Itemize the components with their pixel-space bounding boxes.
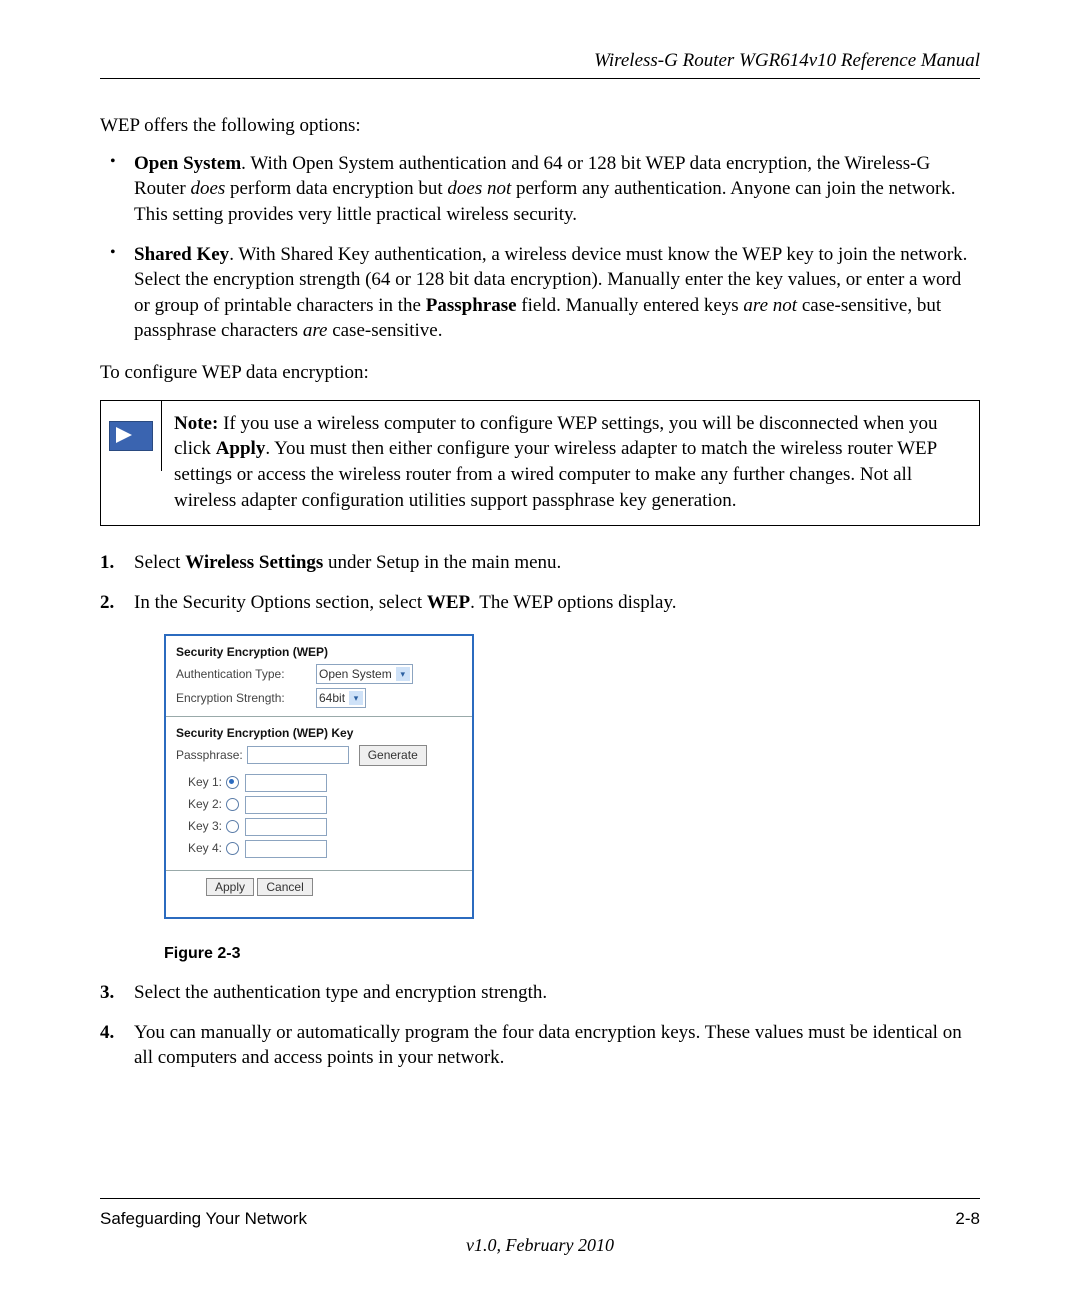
key1-label: Key 1: [176,774,226,790]
enc-strength-label: Encryption Strength: [176,690,316,706]
page-footer: Safeguarding Your Network 2-8 v1.0, Febr… [100,1198,980,1256]
chevron-down-icon: ▾ [396,667,410,681]
bullet-shared-key: Shared Key. With Shared Key authenticati… [100,242,980,345]
passphrase-input[interactable] [247,746,349,764]
key1-input[interactable] [245,774,327,792]
footer-version: v1.0, February 2010 [100,1235,980,1256]
passphrase-label: Passphrase: [176,747,243,763]
footer-section: Safeguarding Your Network [100,1209,307,1229]
key2-radio[interactable] [226,798,239,811]
section-title-wep: Security Encryption (WEP) [176,644,462,660]
step-4: You can manually or automatically progra… [100,1020,980,1071]
apply-button[interactable]: Apply [206,878,254,896]
chevron-down-icon: ▾ [349,691,363,705]
note-icon-cell [101,401,162,471]
arrow-right-icon [109,421,153,451]
note-box: Note: If you use a wireless computer to … [100,400,980,527]
key4-radio[interactable] [226,842,239,855]
intro-text: WEP offers the following options: [100,113,980,139]
figure-caption: Figure 2-3 [164,943,980,965]
step-2: In the Security Options section, select … [100,590,980,964]
key1-radio[interactable] [226,776,239,789]
cancel-button[interactable]: Cancel [257,878,312,896]
bullet-lead: Open System [134,153,241,174]
auth-type-label: Authentication Type: [176,666,316,682]
bullet-lead: Shared Key [134,244,229,265]
key3-input[interactable] [245,818,327,836]
key3-radio[interactable] [226,820,239,833]
page-header: Wireless-G Router WGR614v10 Reference Ma… [100,50,980,79]
enc-strength-select[interactable]: 64bit ▾ [316,688,366,708]
step-1: Select Wireless Settings under Setup in … [100,550,980,576]
generate-button[interactable]: Generate [359,745,427,765]
section-title-wep-key: Security Encryption (WEP) Key [176,725,462,741]
note-text: Note: If you use a wireless computer to … [162,401,979,526]
key3-label: Key 3: [176,818,226,834]
step-3: Select the authentication type and encry… [100,980,980,1006]
key2-label: Key 2: [176,796,226,812]
key2-input[interactable] [245,796,327,814]
footer-page-number: 2-8 [955,1209,980,1229]
auth-type-select[interactable]: Open System ▾ [316,664,413,684]
bullet-open-system: Open System. With Open System authentica… [100,151,980,228]
configure-line: To configure WEP data encryption: [100,360,980,386]
key4-input[interactable] [245,840,327,858]
wep-panel: Security Encryption (WEP) Authentication… [164,634,474,919]
key4-label: Key 4: [176,840,226,856]
